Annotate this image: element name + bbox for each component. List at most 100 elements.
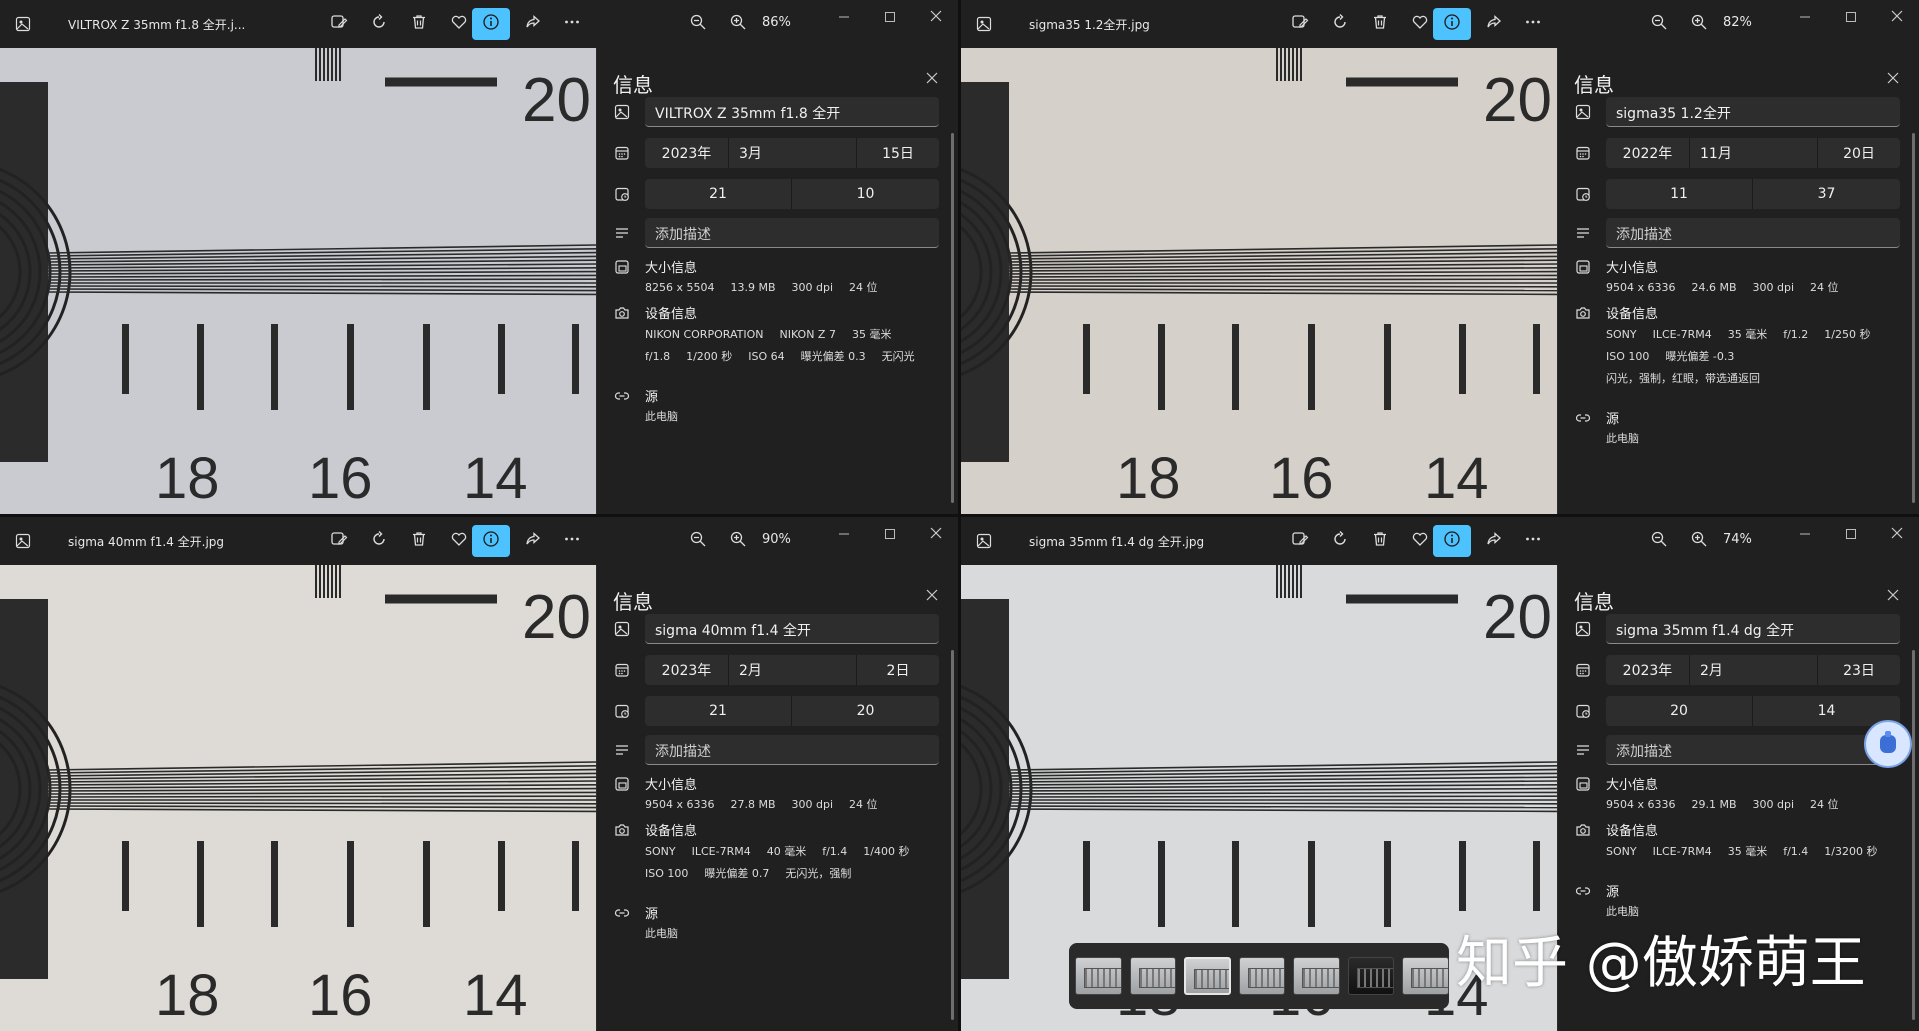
minimize-button[interactable] xyxy=(834,525,854,543)
time-picker[interactable]: 21 20 xyxy=(645,696,939,726)
zoom-out-button[interactable] xyxy=(1640,8,1678,40)
day-field[interactable]: 2日 xyxy=(857,655,939,685)
title-field[interactable]: sigma35 1.2全开 xyxy=(1606,97,1900,127)
date-picker[interactable]: 2023年 3月 15日 xyxy=(645,138,939,168)
hour-field[interactable]: 20 xyxy=(1606,696,1753,726)
edit-image-button[interactable] xyxy=(1281,525,1319,557)
info-button[interactable] xyxy=(1433,525,1471,557)
description-field[interactable]: 添加描述 xyxy=(645,735,939,765)
panel-scrollbar[interactable] xyxy=(951,133,954,503)
year-field[interactable]: 2023年 xyxy=(645,655,729,685)
filmstrip[interactable] xyxy=(1069,943,1449,1009)
info-button[interactable] xyxy=(472,525,510,557)
rotate-button[interactable] xyxy=(1321,8,1359,40)
minute-field[interactable]: 20 xyxy=(792,696,939,726)
panel-scrollbar[interactable] xyxy=(1912,133,1915,503)
delete-button[interactable] xyxy=(1361,8,1399,40)
filmstrip-thumbnail[interactable] xyxy=(1293,957,1340,995)
filmstrip-thumbnail[interactable] xyxy=(1129,957,1177,995)
close-panel-button[interactable] xyxy=(925,70,941,86)
filmstrip-thumbnail[interactable] xyxy=(1184,957,1231,995)
title-field[interactable]: sigma 35mm f1.4 dg 全开 xyxy=(1606,614,1900,644)
zoom-level[interactable]: 90% xyxy=(762,532,791,547)
maximize-button[interactable] xyxy=(880,525,900,543)
day-field[interactable]: 15日 xyxy=(857,138,939,168)
filmstrip-thumbnail[interactable] xyxy=(1402,957,1449,995)
year-field[interactable]: 2023年 xyxy=(645,138,729,168)
zoom-in-button[interactable] xyxy=(1680,525,1718,557)
year-field[interactable]: 2023年 xyxy=(1606,655,1690,685)
date-picker[interactable]: 2022年 11月 20日 xyxy=(1606,138,1900,168)
day-field[interactable]: 23日 xyxy=(1818,655,1900,685)
minimize-button[interactable] xyxy=(1795,525,1815,543)
title-field[interactable]: sigma 40mm f1.4 全开 xyxy=(645,614,939,644)
zoom-level[interactable]: 74% xyxy=(1723,532,1752,547)
month-field[interactable]: 2月 xyxy=(1690,655,1818,685)
close-window-button[interactable] xyxy=(1887,8,1907,26)
share-button[interactable] xyxy=(514,8,552,40)
more-button[interactable] xyxy=(1514,525,1552,557)
minimize-button[interactable] xyxy=(834,8,854,26)
filmstrip-thumbnail[interactable] xyxy=(1075,957,1122,995)
share-button[interactable] xyxy=(1475,525,1513,557)
minute-field[interactable]: 10 xyxy=(792,179,939,209)
maximize-button[interactable] xyxy=(1841,525,1861,543)
close-window-button[interactable] xyxy=(1887,525,1907,543)
photo-canvas[interactable]: 20 18 16 14 xyxy=(0,565,596,1031)
zoom-in-button[interactable] xyxy=(719,525,757,557)
month-field[interactable]: 11月 xyxy=(1690,138,1818,168)
time-picker[interactable]: 11 37 xyxy=(1606,179,1900,209)
rotate-button[interactable] xyxy=(1321,525,1359,557)
close-panel-button[interactable] xyxy=(925,587,941,603)
info-button[interactable] xyxy=(472,8,510,40)
close-window-button[interactable] xyxy=(926,525,946,543)
rotate-button[interactable] xyxy=(360,8,398,40)
panel-scrollbar[interactable] xyxy=(951,650,954,1020)
minute-field[interactable]: 37 xyxy=(1753,179,1900,209)
zoom-out-button[interactable] xyxy=(1640,525,1678,557)
delete-button[interactable] xyxy=(400,525,438,557)
photo-canvas[interactable]: 20 18 16 14 xyxy=(0,48,596,514)
date-picker[interactable]: 2023年 2月 2日 xyxy=(645,655,939,685)
delete-button[interactable] xyxy=(1361,525,1399,557)
close-panel-button[interactable] xyxy=(1886,587,1902,603)
edit-image-button[interactable] xyxy=(1281,8,1319,40)
share-button[interactable] xyxy=(1475,8,1513,40)
share-button[interactable] xyxy=(514,525,552,557)
description-field[interactable]: 添加描述 xyxy=(1606,218,1900,248)
month-field[interactable]: 3月 xyxy=(729,138,857,168)
filmstrip-thumbnail[interactable] xyxy=(1238,957,1286,995)
time-picker[interactable]: 20 14 xyxy=(1606,696,1900,726)
description-field[interactable]: 添加描述 xyxy=(1606,735,1900,765)
edit-image-button[interactable] xyxy=(320,525,358,557)
more-button[interactable] xyxy=(1514,8,1552,40)
year-field[interactable]: 2022年 xyxy=(1606,138,1690,168)
zoom-in-button[interactable] xyxy=(1680,8,1718,40)
panel-scrollbar[interactable] xyxy=(1912,650,1915,1020)
photo-canvas[interactable]: 20 18 16 14 xyxy=(961,48,1557,514)
maximize-button[interactable] xyxy=(1841,8,1861,26)
more-button[interactable] xyxy=(553,8,591,40)
description-field[interactable]: 添加描述 xyxy=(645,218,939,248)
zoom-in-button[interactable] xyxy=(719,8,757,40)
zoom-out-button[interactable] xyxy=(679,8,717,40)
hour-field[interactable]: 11 xyxy=(1606,179,1753,209)
floating-assistant-button[interactable] xyxy=(1864,720,1912,768)
zoom-level[interactable]: 86% xyxy=(762,15,791,30)
time-picker[interactable]: 21 10 xyxy=(645,179,939,209)
hour-field[interactable]: 21 xyxy=(645,179,792,209)
title-field[interactable]: VILTROX Z 35mm f1.8 全开 xyxy=(645,97,939,127)
info-button[interactable] xyxy=(1433,8,1471,40)
hour-field[interactable]: 21 xyxy=(645,696,792,726)
edit-image-button[interactable] xyxy=(320,8,358,40)
day-field[interactable]: 20日 xyxy=(1818,138,1900,168)
maximize-button[interactable] xyxy=(880,8,900,26)
rotate-button[interactable] xyxy=(360,525,398,557)
zoom-level[interactable]: 82% xyxy=(1723,15,1752,30)
more-button[interactable] xyxy=(553,525,591,557)
date-picker[interactable]: 2023年 2月 23日 xyxy=(1606,655,1900,685)
close-panel-button[interactable] xyxy=(1886,70,1902,86)
month-field[interactable]: 2月 xyxy=(729,655,857,685)
close-window-button[interactable] xyxy=(926,8,946,26)
minimize-button[interactable] xyxy=(1795,8,1815,26)
